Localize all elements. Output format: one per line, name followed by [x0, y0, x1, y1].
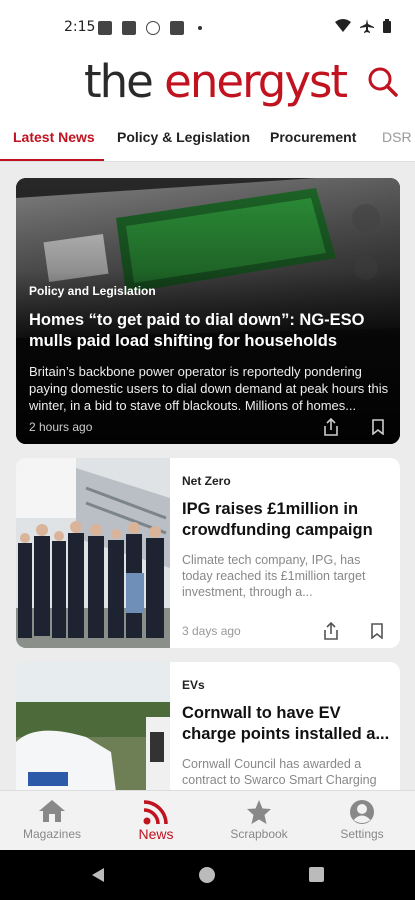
logo-energyst: energyst: [164, 55, 348, 108]
wifi-icon: [335, 19, 351, 32]
more-notifications-dot: [198, 26, 202, 30]
notification-icon: [122, 21, 136, 35]
tab-policy-legislation[interactable]: Policy & Legislation: [117, 129, 250, 145]
search-button[interactable]: [363, 62, 403, 102]
article-title: Cornwall to have EV charge points instal…: [182, 704, 390, 743]
system-navigation-bar: [0, 850, 415, 900]
article-category: EVs: [182, 678, 205, 692]
status-time: 2:15: [64, 19, 96, 35]
star-icon: [247, 800, 271, 824]
rss-icon: [143, 800, 168, 825]
article-thumbnail: [16, 458, 170, 648]
article-description: Britain’s backbone power operator is rep…: [29, 364, 389, 413]
tab-latest-news[interactable]: Latest News: [13, 129, 95, 145]
nav-magazines[interactable]: Magazines: [7, 791, 97, 851]
battery-icon: [383, 19, 391, 33]
back-icon[interactable]: [90, 867, 106, 883]
article-timestamp: 3 days ago: [182, 624, 241, 638]
article-card[interactable]: Net Zero IPG raises £1million in crowdfu…: [16, 458, 400, 648]
featured-article-card[interactable]: Policy and Legislation Homes “to get pai…: [16, 178, 400, 444]
article-title: Homes “to get paid to dial down”: NG-ESO…: [29, 311, 365, 350]
notification-icon: [170, 21, 184, 35]
bottom-navigation: Magazines News Scrapbook Settings: [0, 790, 415, 850]
article-title: IPG raises £1million in crowdfunding cam…: [182, 500, 373, 539]
nav-label: Scrapbook: [230, 827, 288, 841]
share-icon[interactable]: [323, 622, 339, 640]
person-icon: [350, 800, 374, 824]
active-tab-indicator: [0, 159, 104, 161]
status-bar: 2:15: [0, 0, 415, 56]
search-icon: [368, 67, 398, 97]
notification-icon: [146, 21, 160, 35]
article-description: Climate tech company, IPG, has today rea…: [182, 553, 366, 599]
recents-icon[interactable]: [309, 867, 324, 882]
app-header: the energyst: [0, 56, 415, 116]
tab-procurement[interactable]: Procurement: [270, 129, 356, 145]
home-icon: [39, 800, 65, 822]
app-screen: 2:15 the energyst Latest News Policy & L…: [0, 0, 415, 900]
nav-label: Magazines: [22, 827, 82, 841]
nav-label: Settings: [340, 827, 384, 841]
tab-dsr[interactable]: DSR: [382, 129, 412, 145]
share-icon[interactable]: [323, 418, 339, 436]
nav-settings[interactable]: Settings: [317, 791, 407, 851]
bookmark-icon[interactable]: [370, 623, 384, 639]
nav-label: News: [138, 826, 174, 842]
category-tabs: Latest News Policy & Legislation Procure…: [0, 116, 415, 162]
article-timestamp: 2 hours ago: [29, 420, 93, 434]
logo: the energyst: [84, 55, 348, 108]
logo-the: the: [84, 55, 154, 108]
notification-icon: [98, 21, 112, 35]
home-button-icon[interactable]: [198, 866, 216, 884]
article-description: Cornwall Council has awarded a contract …: [182, 757, 377, 787]
nav-news[interactable]: News: [111, 791, 201, 851]
nav-scrapbook[interactable]: Scrapbook: [214, 791, 304, 851]
bookmark-icon[interactable]: [371, 419, 385, 435]
airplane-icon: [360, 19, 374, 33]
article-category: Net Zero: [182, 474, 231, 488]
article-category: Policy and Legislation: [29, 284, 156, 298]
